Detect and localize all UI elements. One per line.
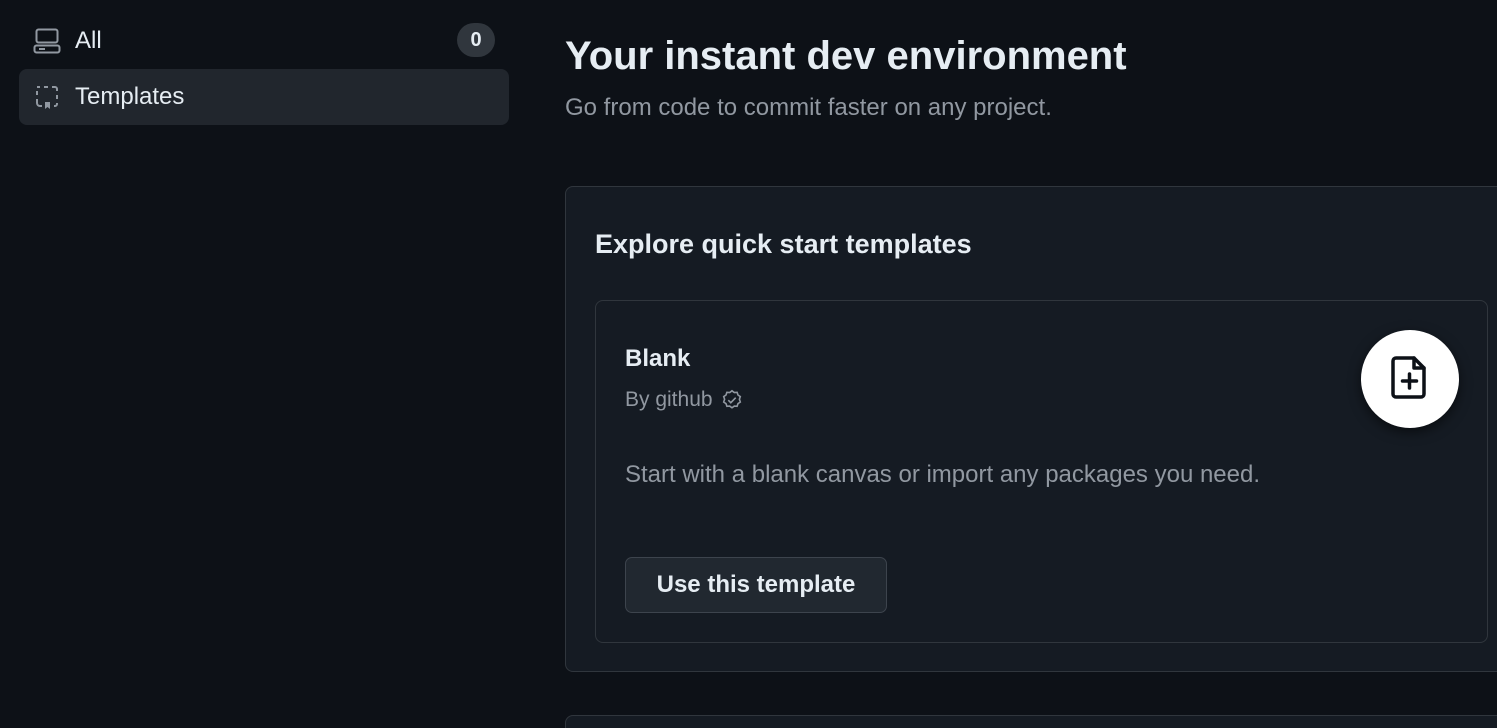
next-panel	[565, 715, 1497, 728]
page-subtitle: Go from code to commit faster on any pro…	[565, 94, 1052, 121]
codespaces-page: All 0 Templates Your instant dev environ…	[0, 0, 1497, 728]
sidebar: All 0 Templates	[0, 0, 530, 728]
template-name: Blank	[625, 345, 691, 372]
file-plus-icon	[1390, 354, 1430, 405]
section-title: Explore quick start templates	[595, 229, 972, 259]
verified-icon	[721, 389, 743, 411]
template-card-blank: Blank By github Start with a blank canva…	[595, 300, 1488, 643]
page-title: Your instant dev environment	[565, 34, 1127, 78]
sidebar-item-all[interactable]: All 0	[19, 13, 509, 69]
main-content: Your instant dev environment Go from cod…	[565, 0, 1497, 728]
count-badge: 0	[457, 23, 495, 57]
sidebar-item-label: All	[75, 27, 102, 54]
sidebar-item-templates[interactable]: Templates	[19, 69, 509, 125]
use-this-template-button[interactable]: Use this template	[625, 557, 887, 613]
codespaces-icon	[33, 27, 61, 55]
template-author-label: By github	[625, 388, 713, 411]
sidebar-item-label: Templates	[75, 83, 185, 110]
template-avatar	[1361, 330, 1459, 428]
template-description: Start with a blank canvas or import any …	[625, 461, 1261, 488]
templates-panel: Explore quick start templates Blank By g…	[565, 186, 1497, 672]
repo-template-icon	[33, 83, 61, 111]
template-author: By github	[625, 388, 743, 412]
